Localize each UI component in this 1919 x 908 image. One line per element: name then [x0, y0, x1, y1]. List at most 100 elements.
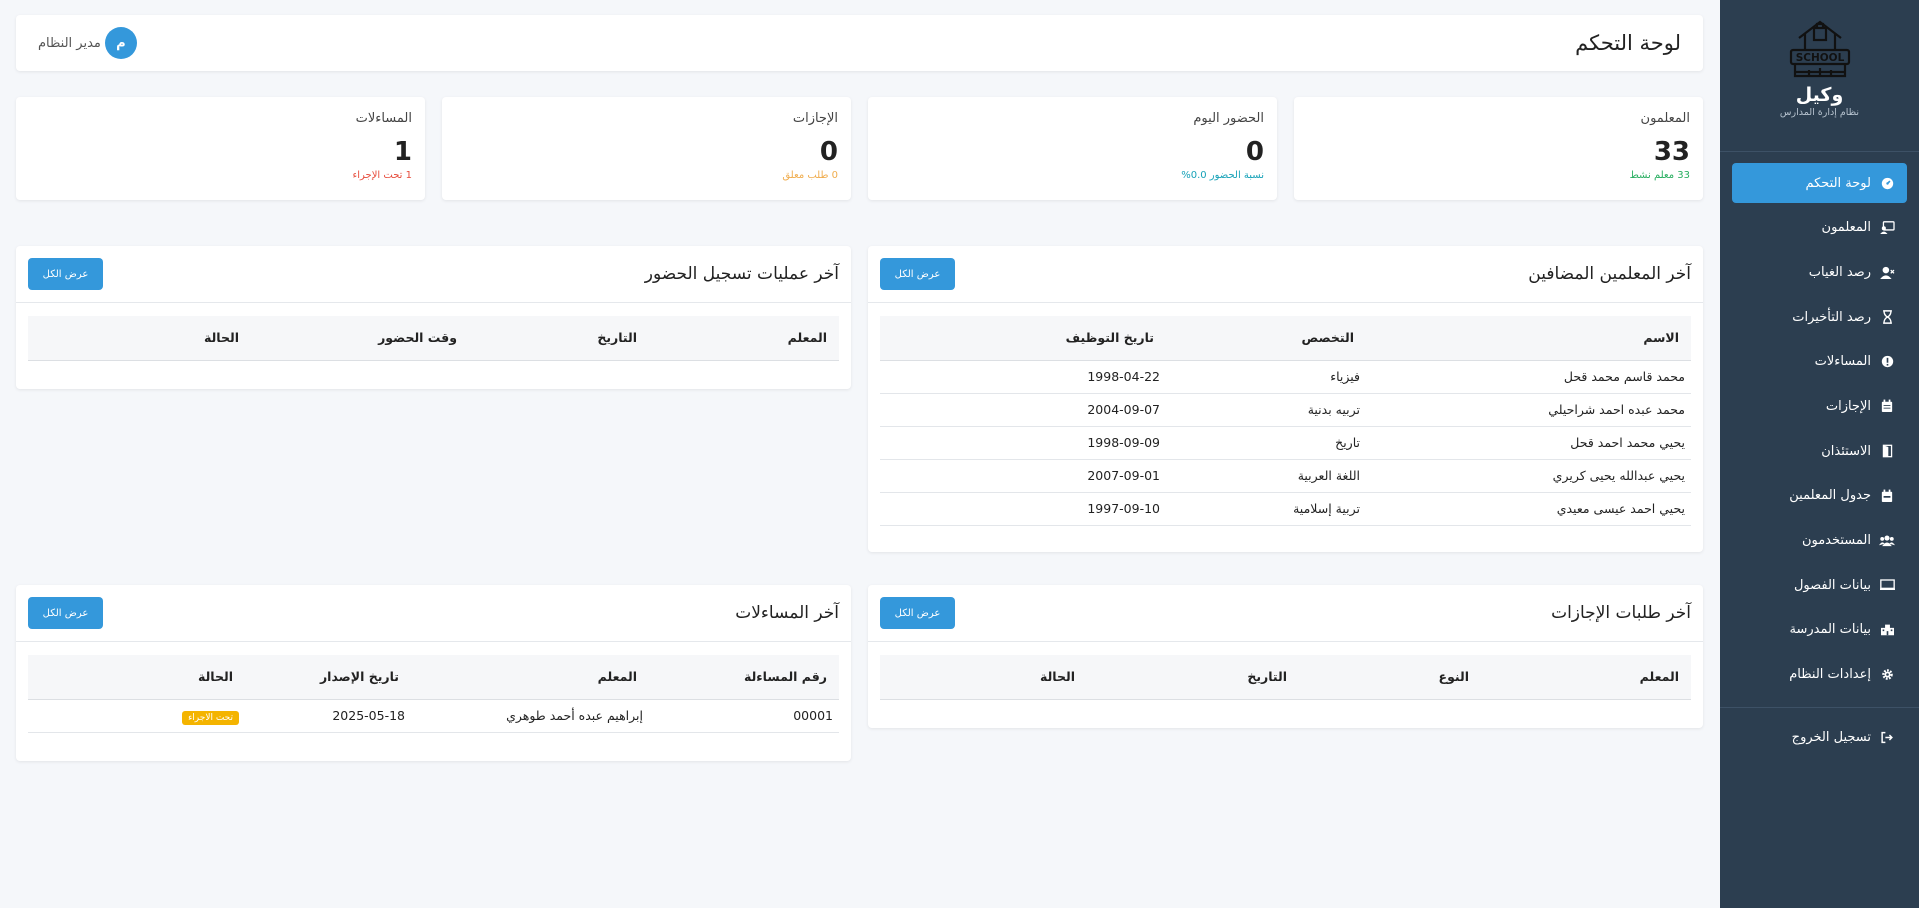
- column-header[interactable]: الحالة: [880, 655, 1087, 700]
- status-badge: تحت الاجراء: [182, 711, 239, 725]
- sidebar-item-label: الإجازات: [1825, 398, 1871, 414]
- card-title: آخر المساءلات: [735, 603, 839, 623]
- logout-label: تسجيل الخروج: [1791, 730, 1871, 746]
- card-header: آخر المساءلات عرض الكل: [16, 585, 851, 642]
- alert-icon: [1879, 354, 1895, 370]
- school-icon: [1879, 622, 1895, 638]
- table-cell: 2004-09-07: [880, 393, 1166, 427]
- sidebar-item-dashboard[interactable]: لوحة التحكم: [1732, 163, 1907, 203]
- door-icon: [1879, 443, 1895, 459]
- sidebar-item-school-data[interactable]: بيانات المدرسة: [1732, 610, 1907, 650]
- card-title: آخر المعلمين المضافين: [1528, 264, 1691, 284]
- table-row[interactable]: يحيي عبدالله يحيى كريري اللغة العربية 20…: [880, 459, 1691, 493]
- stat-title: الإجازات: [792, 111, 838, 126]
- stat-card-accountability: المساءلات 1 1 تحت الإجراء: [16, 97, 425, 200]
- attendance-table: المعلم التاريخ وقت الحضور الحالة: [28, 316, 839, 361]
- table-cell: محمد قاسم محمد قحل: [1366, 360, 1691, 394]
- column-header[interactable]: المعلم: [411, 655, 649, 700]
- view-all-button[interactable]: عرض الكل: [880, 597, 955, 629]
- table-row[interactable]: محمد قاسم محمد قحل فيزياء 1998-04-22: [880, 360, 1691, 394]
- sidebar-item-settings[interactable]: إعدادات النظام: [1732, 655, 1907, 695]
- column-header[interactable]: التخصص: [1166, 316, 1366, 361]
- column-header[interactable]: رقم المساءلة: [649, 655, 839, 700]
- sidebar: SCHOOL وكيل نظام إدارة المدارس لوحة التح…: [1720, 0, 1919, 908]
- table-row[interactable]: 00001 إبراهيم عبده أحمد طوهري 2025-05-18…: [28, 699, 839, 733]
- schedule-icon: [1879, 488, 1895, 504]
- column-header[interactable]: التاريخ: [469, 316, 649, 361]
- stat-value: 33: [1653, 137, 1690, 167]
- table-cell: تربيه بدنية: [1166, 393, 1366, 427]
- classroom-icon: [1879, 577, 1895, 593]
- card-header: آخر طلبات الإجازات عرض الكل: [868, 585, 1703, 642]
- column-header[interactable]: تاريخ التوظيف: [880, 316, 1166, 361]
- logout-icon: [1879, 730, 1895, 746]
- table-cell: فيزياء: [1166, 360, 1366, 394]
- stat-card-leaves: الإجازات 0 0 طلب معلق: [442, 97, 851, 200]
- table-cell: 2025-05-18: [245, 699, 411, 733]
- logout-button[interactable]: تسجيل الخروج: [1732, 718, 1907, 758]
- brand-subtitle: نظام إدارة المدارس: [1779, 107, 1860, 118]
- table-row[interactable]: يحيي احمد عيسى معيدي تربية إسلامية 1997-…: [880, 492, 1691, 526]
- sidebar-item-label: الاستئذان: [1821, 443, 1871, 459]
- column-header[interactable]: النوع: [1299, 655, 1481, 700]
- stat-title: الحضور اليوم: [1193, 111, 1264, 126]
- card-header: آخر المعلمين المضافين عرض الكل: [868, 246, 1703, 303]
- school-logo-icon: SCHOOL: [1789, 20, 1850, 78]
- table-header-row: المعلم النوع التاريخ الحالة: [880, 655, 1691, 700]
- calendar-icon: [1879, 398, 1895, 414]
- table-row[interactable]: يحيي محمد احمد قحل تاريخ 1998-09-09: [880, 426, 1691, 460]
- table-cell: 1998-04-22: [880, 360, 1166, 394]
- user-name: مدير النظام: [38, 35, 101, 51]
- sidebar-item-leaves[interactable]: الإجازات: [1732, 386, 1907, 426]
- column-header[interactable]: وقت الحضور: [251, 316, 469, 361]
- sidebar-item-label: بيانات المدرسة: [1789, 622, 1871, 638]
- table-cell: يحيي محمد احمد قحل: [1366, 426, 1691, 460]
- stat-card-attendance: الحضور اليوم 0 نسبة الحضور 0.0%: [868, 97, 1277, 200]
- sidebar-item-users[interactable]: المستخدمون: [1732, 521, 1907, 561]
- column-header[interactable]: الحالة: [28, 316, 251, 361]
- stat-title: المعلمون: [1640, 111, 1690, 126]
- stats-row: المعلمون 33 33 معلم نشط الحضور اليوم 0 ن…: [16, 97, 1703, 200]
- view-all-button[interactable]: عرض الكل: [28, 597, 103, 629]
- column-header[interactable]: المعلم: [649, 316, 839, 361]
- view-all-button[interactable]: عرض الكل: [28, 258, 103, 290]
- card-title: آخر طلبات الإجازات: [1551, 603, 1691, 623]
- card-body: الاسم التخصص تاريخ التوظيف محمد قاسم محم…: [868, 303, 1703, 526]
- table-header-row: رقم المساءلة المعلم تاريخ الإصدار الحالة: [28, 655, 839, 700]
- stat-value: 0: [819, 137, 838, 167]
- leaves-table: المعلم النوع التاريخ الحالة: [880, 655, 1691, 700]
- table-header-row: الاسم التخصص تاريخ التوظيف: [880, 316, 1691, 361]
- table-row[interactable]: محمد عبده احمد شراحيلي تربيه بدنية 2004-…: [880, 393, 1691, 427]
- column-header[interactable]: الحالة: [28, 655, 245, 700]
- brand-name: وكيل: [1795, 84, 1844, 106]
- latest-leaves-card: آخر طلبات الإجازات عرض الكل المعلم النوع…: [868, 585, 1703, 728]
- stat-value: 0: [1245, 137, 1264, 167]
- users-icon: [1879, 533, 1895, 549]
- view-all-button[interactable]: عرض الكل: [880, 258, 955, 290]
- teacher-icon: [1879, 220, 1895, 236]
- sidebar-item-label: رصد الغياب: [1808, 264, 1871, 280]
- sidebar-item-classes[interactable]: بيانات الفصول: [1732, 565, 1907, 605]
- column-header[interactable]: تاريخ الإصدار: [245, 655, 411, 700]
- sidebar-item-permission[interactable]: الاستئذان: [1732, 431, 1907, 471]
- stat-title: المساءلات: [355, 111, 412, 126]
- table-cell: 1998-09-09: [880, 426, 1166, 460]
- sidebar-item-accountability[interactable]: المساءلات: [1732, 342, 1907, 382]
- card-body: رقم المساءلة المعلم تاريخ الإصدار الحالة…: [16, 642, 851, 733]
- sidebar-item-label: المعلمون: [1821, 220, 1871, 236]
- sidebar-item-delays[interactable]: رصد التأخيرات: [1732, 297, 1907, 337]
- sidebar-item-schedule[interactable]: جدول المعلمين: [1732, 476, 1907, 516]
- gear-icon: [1879, 667, 1895, 683]
- stat-subtext: 0 طلب معلق: [782, 170, 838, 181]
- table-cell: تربية إسلامية: [1166, 492, 1366, 526]
- user-x-icon: [1879, 264, 1895, 280]
- sidebar-item-label: لوحة التحكم: [1805, 175, 1871, 191]
- column-header[interactable]: الاسم: [1366, 316, 1691, 361]
- table-cell: يحيي احمد عيسى معيدي: [1366, 492, 1691, 526]
- sidebar-item-absence[interactable]: رصد الغياب: [1732, 252, 1907, 292]
- column-header[interactable]: التاريخ: [1087, 655, 1299, 700]
- user-menu[interactable]: مدير النظام م: [38, 27, 137, 59]
- column-header[interactable]: المعلم: [1481, 655, 1691, 700]
- sidebar-item-teachers[interactable]: المعلمون: [1732, 208, 1907, 248]
- stat-subtext: 1 تحت الإجراء: [352, 170, 412, 181]
